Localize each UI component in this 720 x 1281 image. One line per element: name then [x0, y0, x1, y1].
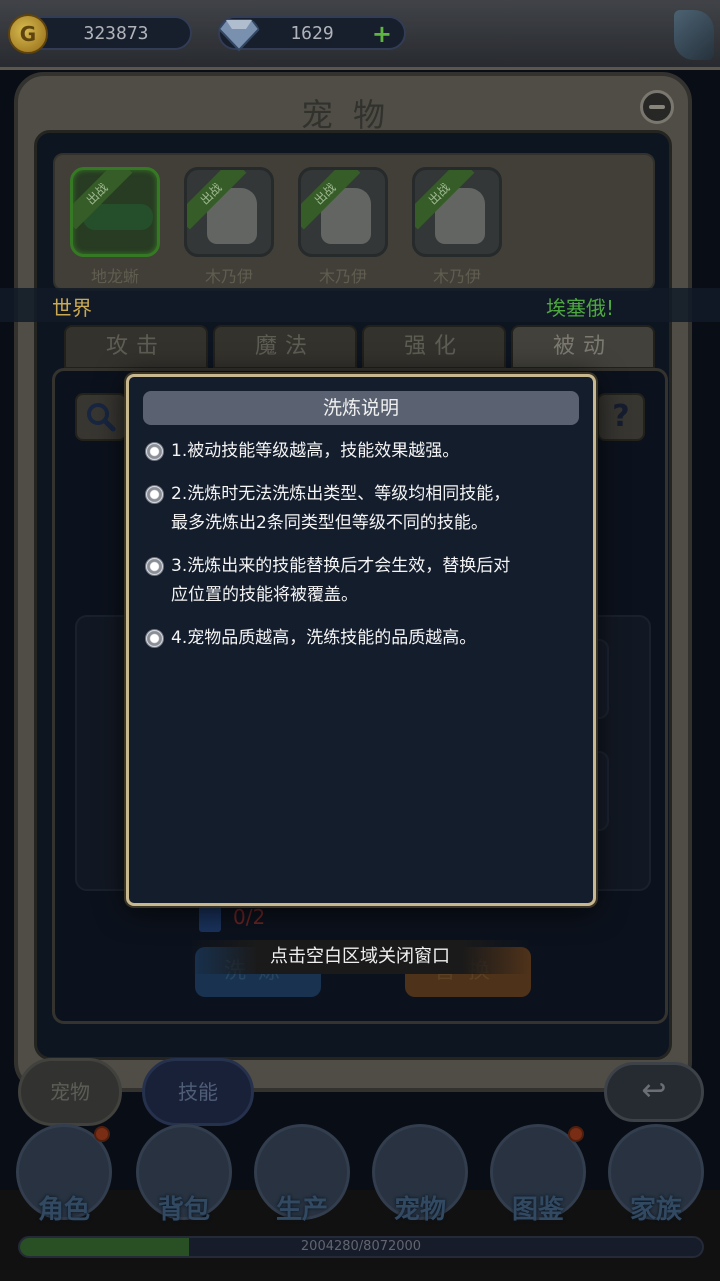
subtab-skill[interactable]: 技能	[142, 1058, 254, 1126]
radio-bullet-icon	[145, 442, 164, 461]
rule-text: 最多洗炼出2条同类型但等级不同的技能。	[171, 513, 488, 533]
menu-label: 宠物	[393, 1195, 446, 1225]
close-hint[interactable]: 点击空白区域关闭窗口	[190, 940, 530, 974]
menu-label: 家族	[629, 1195, 682, 1225]
world-chat-line[interactable]: 世界 埃塞俄!	[0, 288, 720, 322]
chat-channel-label: 世界	[52, 296, 92, 320]
refine-info-dialog: 洗炼说明 1.被动技能等级越高，技能效果越强。 2.洗炼时无法洗炼出类型、等级均相…	[126, 374, 596, 906]
rule-text: 1.被动技能等级越高，技能效果越强。	[171, 441, 460, 461]
rule-text: 3.洗炼出来的技能替换后才会生效，替换后对	[171, 556, 511, 576]
menu-character[interactable]: 角色	[14, 1124, 114, 1228]
pet-card[interactable]: 出战 木乃伊	[409, 167, 505, 287]
rule-item: 1.被动技能等级越高，技能效果越强。	[143, 437, 579, 466]
pet-name: 木乃伊	[432, 267, 481, 286]
pet-card[interactable]: 出战 地龙蜥	[67, 167, 163, 287]
dialog-title: 洗炼说明	[143, 391, 579, 425]
rules-list: 1.被动技能等级越高，技能效果越强。 2.洗炼时无法洗炼出类型、等级均相同技能， 最…	[143, 437, 579, 667]
settings-crystal-icon[interactable]	[674, 10, 714, 60]
menu-pickaxe[interactable]: 生产	[252, 1124, 352, 1228]
radio-bullet-icon	[145, 557, 164, 576]
experience-text: 2004280/8072000	[300, 1239, 422, 1254]
tab-magic[interactable]: 魔法	[213, 325, 357, 369]
refine-scroll-icon	[199, 905, 221, 932]
refine-count: 0/2	[199, 905, 265, 932]
resource-bar: 323873 1629 +	[0, 0, 720, 70]
menu-label: 背包	[157, 1195, 210, 1225]
notification-dot-icon	[568, 1126, 584, 1142]
menu-backpack[interactable]: 背包	[134, 1124, 234, 1228]
rule-text: 应位置的技能将被覆盖。	[171, 585, 358, 605]
radio-bullet-icon	[145, 485, 164, 504]
search-button[interactable]	[75, 393, 127, 441]
rule-text: 2.洗炼时无法洗炼出类型、等级均相同技能，	[171, 484, 511, 504]
radio-bullet-icon	[145, 629, 164, 648]
pet-card[interactable]: 出战 木乃伊	[181, 167, 277, 287]
refine-count-value: 0/2	[233, 905, 266, 929]
pet-card[interactable]: 出战 木乃伊	[295, 167, 391, 287]
gold-coin-icon	[8, 14, 48, 54]
pet-name: 地龙蜥	[90, 267, 139, 286]
menu-pet[interactable]: 宠物	[370, 1124, 470, 1228]
rule-text: 4.宠物品质越高，洗练技能的品质越高。	[171, 628, 477, 648]
pet-portrait: 出战	[70, 167, 160, 257]
add-gems-button[interactable]: +	[372, 20, 392, 48]
tab-attack[interactable]: 攻击	[64, 325, 208, 369]
subtab-pet[interactable]: 宠物	[18, 1058, 122, 1126]
rule-item: 4.宠物品质越高，洗练技能的品质越高。	[143, 624, 579, 653]
back-arrow-icon: ↩	[641, 1073, 667, 1108]
chat-message-text: 埃塞俄!	[545, 296, 614, 320]
menu-label: 生产	[275, 1195, 328, 1225]
gem-amount: 1629	[290, 23, 334, 44]
tab-passive[interactable]: 被动	[511, 325, 655, 369]
skill-type-tabs: 攻击 魔法 强化 被动	[64, 325, 670, 369]
tab-enhance[interactable]: 强化	[362, 325, 506, 369]
menu-book[interactable]: 图鉴	[488, 1124, 588, 1228]
pet-name: 木乃伊	[204, 267, 253, 286]
experience-bar: 2004280/8072000	[18, 1236, 704, 1258]
minimize-button[interactable]	[640, 90, 674, 124]
menu-label: 角色	[37, 1195, 90, 1225]
diamond-icon	[218, 19, 260, 52]
gold-display: 323873	[8, 14, 192, 54]
back-button[interactable]: ↩	[604, 1062, 704, 1122]
gold-amount: 323873	[83, 23, 149, 44]
rule-item: 2.洗炼时无法洗炼出类型、等级均相同技能， 最多洗炼出2条同类型但等级不同的技能。	[143, 480, 579, 538]
gem-display: 1629 +	[218, 16, 406, 52]
rule-item: 3.洗炼出来的技能替换后才会生效，替换后对 应位置的技能将被覆盖。	[143, 552, 579, 610]
notification-dot-icon	[94, 1126, 110, 1142]
pet-portrait: 出战	[298, 167, 388, 257]
pet-list: 出战 地龙蜥 出战 木乃伊 出战 木乃伊 出战 木乃伊	[53, 153, 655, 291]
magnifier-icon	[87, 403, 116, 432]
pet-portrait: 出战	[412, 167, 502, 257]
menu-guild-shield[interactable]: 家族	[606, 1124, 706, 1228]
pet-portrait: 出战	[184, 167, 274, 257]
pet-name: 木乃伊	[318, 267, 367, 286]
menu-label: 图鉴	[511, 1195, 564, 1225]
help-button[interactable]: ?	[597, 393, 645, 441]
